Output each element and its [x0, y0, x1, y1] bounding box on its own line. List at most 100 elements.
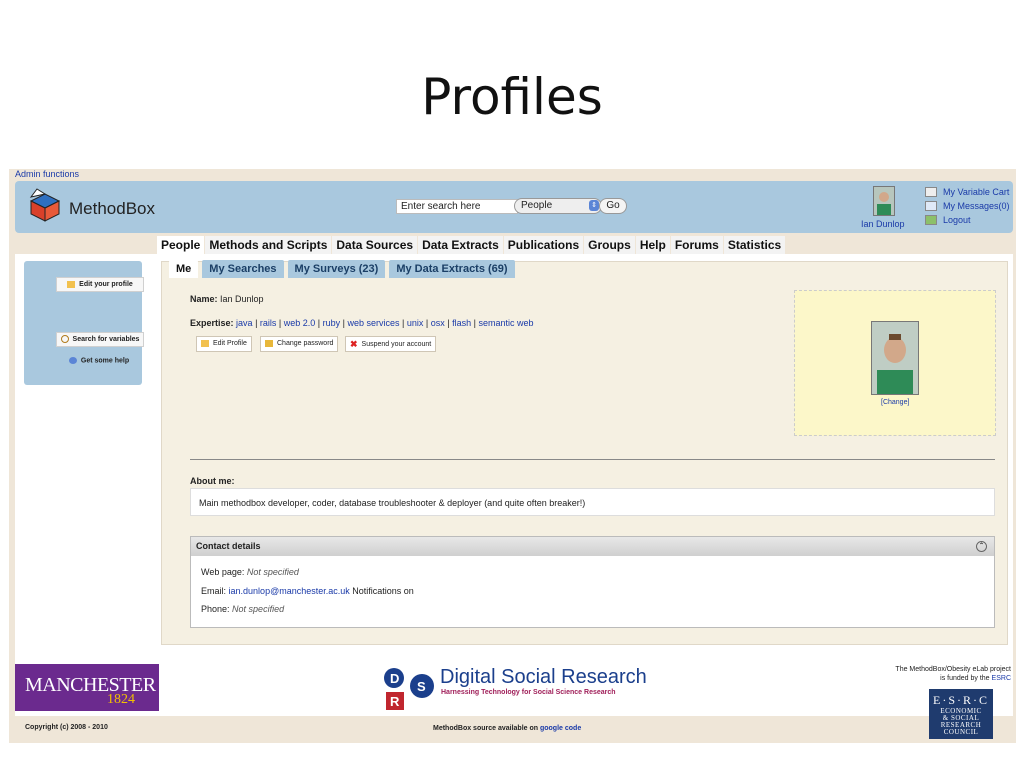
- manchester-text: MANCHESTER: [25, 674, 156, 696]
- change-password-button[interactable]: Change password: [260, 336, 339, 352]
- esrc-link[interactable]: ESRC: [992, 675, 1011, 682]
- profile-expertise: Expertise: java | rails | web 2.0 | ruby…: [190, 318, 534, 328]
- esrc-logo[interactable]: E·S·R·C ECONOMIC & SOCIAL RESEARCH COUNC…: [929, 689, 993, 739]
- go-button[interactable]: Go: [599, 198, 627, 214]
- funding-note: The MethodBox/Obesity eLab project is fu…: [895, 665, 1011, 683]
- expertise-tag[interactable]: web services: [348, 318, 400, 328]
- app-name: MethodBox: [69, 199, 155, 218]
- phone-line: Phone: Not specified: [201, 604, 284, 614]
- tab-statistics[interactable]: Statistics: [723, 236, 786, 254]
- dsr-title: Digital Social Research: [440, 666, 647, 688]
- edit-your-profile-label: Edit your profile: [79, 281, 133, 288]
- search-variables-label: Search for variables: [72, 336, 140, 343]
- app-header: MethodBox People ⇕ Go Ian Dunlop My Vari…: [15, 181, 1013, 233]
- tab-methods-and-scripts[interactable]: Methods and Scripts: [205, 236, 332, 254]
- contact-details-header[interactable]: Contact details ⌃: [191, 537, 994, 556]
- user-links: My Variable Cart My Messages(0) Logout: [925, 185, 1010, 227]
- section-divider: [190, 459, 995, 460]
- cross-icon: ✖: [350, 339, 358, 349]
- edit-profile-button[interactable]: Edit Profile: [196, 336, 252, 352]
- phone-label: Phone:: [201, 604, 230, 614]
- logout-icon: [925, 215, 937, 225]
- user-avatar[interactable]: [873, 186, 895, 216]
- expertise-tag[interactable]: semantic web: [478, 318, 533, 328]
- source-text: MethodBox source available on: [433, 725, 539, 732]
- tab-people[interactable]: People: [157, 236, 205, 254]
- manchester-logo[interactable]: MANCHESTER 1824: [15, 664, 159, 711]
- tab-groups[interactable]: Groups: [584, 236, 635, 254]
- search-scope-select[interactable]: People ⇕: [514, 198, 602, 214]
- admin-functions-link[interactable]: Admin functions: [15, 169, 79, 179]
- user-name-link[interactable]: Ian Dunlop: [861, 219, 905, 229]
- about-me-label: About me:: [190, 476, 235, 486]
- footer: MANCHESTER 1824 Copyright (c) 2008 - 201…: [9, 659, 1016, 743]
- get-help-link[interactable]: Get some help: [56, 357, 142, 364]
- suspend-account-label: Suspend your account: [361, 340, 432, 348]
- tab-data-sources[interactable]: Data Sources: [332, 236, 418, 254]
- svg-text:R: R: [390, 694, 400, 709]
- select-arrows-icon: ⇕: [589, 200, 599, 211]
- expertise-tag[interactable]: rails: [260, 318, 277, 328]
- web-page-value: Not specified: [246, 567, 299, 577]
- expertise-label: Expertise:: [190, 318, 234, 328]
- collapse-icon[interactable]: ⌃: [976, 541, 987, 552]
- subtab-my-data-extracts[interactable]: My Data Extracts (69): [389, 260, 515, 278]
- search-variables-button[interactable]: Search for variables: [56, 332, 144, 347]
- profile-name: Name: Ian Dunlop: [190, 294, 264, 304]
- help-icon: [68, 357, 77, 364]
- tab-publications[interactable]: Publications: [503, 236, 584, 254]
- variable-cart-link[interactable]: My Variable Cart: [925, 185, 1010, 199]
- logout-label: Logout: [943, 215, 971, 225]
- messages-link[interactable]: My Messages(0): [925, 199, 1010, 213]
- edit-your-profile-button[interactable]: Edit your profile: [56, 277, 144, 292]
- expertise-tag[interactable]: flash: [452, 318, 471, 328]
- profile-subtabs: Me My Searches My Surveys (23) My Data E…: [169, 260, 519, 278]
- manchester-year: 1824: [107, 692, 135, 707]
- main-content: Edit your profile Search for variables G…: [15, 254, 1013, 716]
- subtab-my-searches[interactable]: My Searches: [202, 260, 284, 278]
- search-scope-value: People: [521, 200, 553, 211]
- expertise-tag[interactable]: java: [236, 318, 253, 328]
- name-value: Ian Dunlop: [220, 294, 264, 304]
- contact-details-title: Contact details: [196, 541, 261, 551]
- profile-photo: [871, 321, 919, 395]
- cart-icon: [925, 187, 937, 197]
- dsr-emblem-icon: D S R: [384, 668, 434, 710]
- google-code-link[interactable]: google code: [540, 725, 581, 732]
- app-screenshot: Admin functions MethodBox People ⇕ Go Ia…: [9, 169, 1016, 743]
- copyright: Copyright (c) 2008 - 2010: [25, 724, 108, 731]
- web-page-line: Web page: Not specified: [201, 567, 299, 577]
- envelope-icon: [925, 201, 937, 211]
- subtab-me[interactable]: Me: [169, 260, 199, 278]
- notifications-status: Notifications on: [352, 586, 414, 596]
- messages-label: My Messages(0): [943, 201, 1010, 211]
- main-nav: People Methods and Scripts Data Sources …: [157, 236, 786, 254]
- change-password-label: Change password: [277, 340, 334, 347]
- email-label: Email:: [201, 586, 227, 596]
- contact-details-box: Contact details ⌃ Web page: Not specifie…: [190, 536, 995, 628]
- phone-value: Not specified: [232, 604, 285, 614]
- svg-text:S: S: [417, 679, 426, 694]
- expertise-tag[interactable]: ruby: [323, 318, 341, 328]
- dsr-subtitle: Harnessing Technology for Social Science…: [441, 689, 616, 696]
- methodbox-logo[interactable]: MethodBox: [27, 187, 167, 227]
- search-input[interactable]: [396, 199, 518, 214]
- esrc-line: COUNCIL: [943, 728, 979, 736]
- logout-link[interactable]: Logout: [925, 213, 1010, 227]
- esrc-acronym: E·S·R·C: [933, 693, 989, 707]
- profile-photo-box: [Change]: [794, 290, 996, 436]
- expertise-tag[interactable]: unix: [407, 318, 424, 328]
- tab-forums[interactable]: Forums: [670, 236, 723, 254]
- suspend-account-button[interactable]: ✖ Suspend your account: [345, 336, 437, 352]
- digital-social-research-logo[interactable]: D S R Digital Social Research Harnessing…: [380, 664, 648, 714]
- change-photo-link[interactable]: [Change]: [881, 399, 909, 406]
- expertise-tag[interactable]: web 2.0: [284, 318, 316, 328]
- tab-help[interactable]: Help: [635, 236, 670, 254]
- email-link[interactable]: ian.dunlop@manchester.ac.uk: [229, 586, 350, 596]
- expertise-tag[interactable]: osx: [431, 318, 445, 328]
- tab-data-extracts[interactable]: Data Extracts: [418, 236, 503, 254]
- svg-text:D: D: [390, 671, 399, 686]
- subtab-my-surveys[interactable]: My Surveys (23): [287, 260, 386, 278]
- edit-profile-label: Edit Profile: [213, 340, 247, 347]
- get-help-label: Get some help: [80, 357, 130, 365]
